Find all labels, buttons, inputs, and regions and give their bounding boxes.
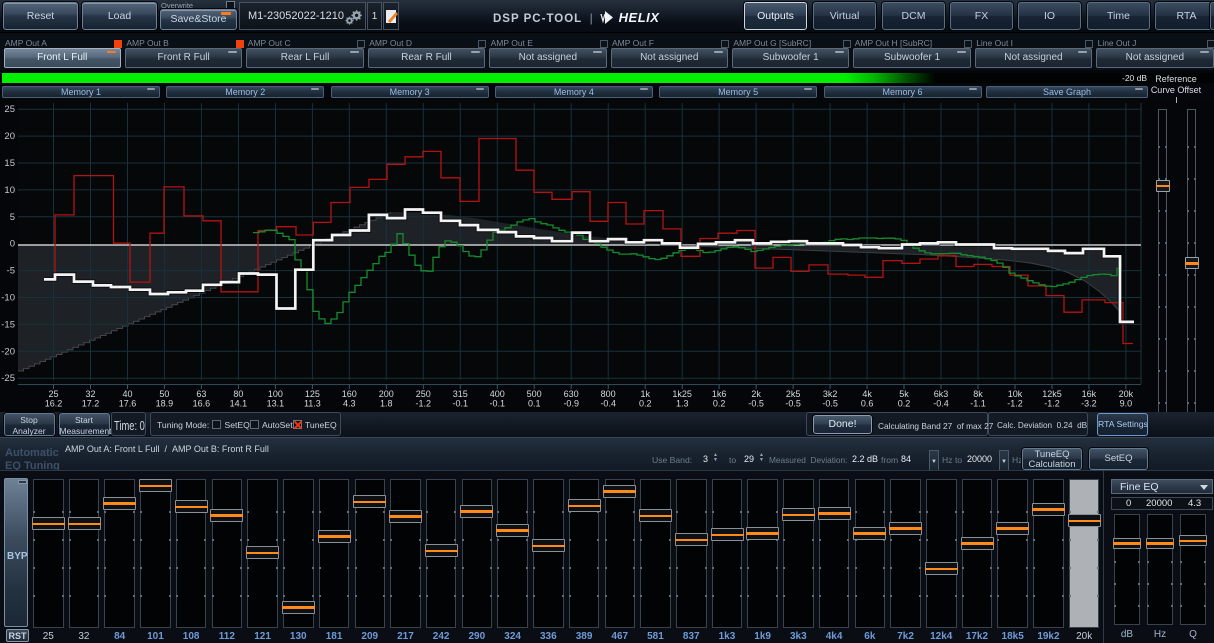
svg-text:63: 63 — [196, 389, 206, 399]
svg-text:0.1: 0.1 — [528, 399, 541, 409]
svg-text:0.2: 0.2 — [639, 399, 652, 409]
svg-text:800: 800 — [601, 389, 616, 399]
svg-text:16.6: 16.6 — [193, 399, 211, 409]
svg-text:4k: 4k — [862, 389, 872, 399]
svg-text:-1.2: -1.2 — [1044, 399, 1060, 409]
svg-text:200: 200 — [379, 389, 394, 399]
svg-text:-0.4: -0.4 — [933, 399, 949, 409]
svg-text:1.8: 1.8 — [380, 399, 393, 409]
svg-text:400: 400 — [490, 389, 505, 399]
svg-text:40: 40 — [122, 389, 132, 399]
svg-text:1k6: 1k6 — [712, 389, 727, 399]
svg-text:1k25: 1k25 — [672, 389, 692, 399]
svg-text:0.2: 0.2 — [898, 399, 911, 409]
svg-text:20k: 20k — [1119, 389, 1134, 399]
svg-text:20: 20 — [4, 131, 15, 142]
svg-text:25: 25 — [4, 104, 15, 115]
svg-text:17.6: 17.6 — [119, 399, 137, 409]
svg-text:3k2: 3k2 — [823, 389, 838, 399]
svg-text:0: 0 — [10, 239, 15, 250]
svg-text:2k: 2k — [751, 389, 761, 399]
svg-text:-3.2: -3.2 — [1081, 399, 1097, 409]
svg-text:-0.5: -0.5 — [822, 399, 838, 409]
svg-text:630: 630 — [564, 389, 579, 399]
svg-text:50: 50 — [159, 389, 169, 399]
svg-text:8k: 8k — [973, 389, 983, 399]
svg-text:-0.5: -0.5 — [748, 399, 764, 409]
svg-text:-0.9: -0.9 — [563, 399, 579, 409]
svg-text:-5: -5 — [7, 266, 15, 277]
svg-text:13.1: 13.1 — [267, 399, 285, 409]
svg-text:6k3: 6k3 — [934, 389, 949, 399]
svg-text:1.3: 1.3 — [676, 399, 689, 409]
svg-text:9.0: 9.0 — [1120, 399, 1133, 409]
svg-text:4.3: 4.3 — [343, 399, 356, 409]
svg-text:250: 250 — [416, 389, 431, 399]
svg-text:-0.1: -0.1 — [453, 399, 469, 409]
svg-text:5: 5 — [10, 212, 15, 223]
svg-text:-20: -20 — [1, 346, 15, 357]
svg-text:10: 10 — [4, 185, 15, 196]
svg-text:500: 500 — [527, 389, 542, 399]
svg-text:80: 80 — [233, 389, 243, 399]
svg-text:100: 100 — [268, 389, 283, 399]
svg-text:-0.5: -0.5 — [785, 399, 801, 409]
svg-text:0.6: 0.6 — [861, 399, 874, 409]
svg-text:-15: -15 — [1, 319, 15, 330]
svg-text:-10: -10 — [1, 293, 15, 304]
svg-text:-1.1: -1.1 — [970, 399, 986, 409]
svg-text:16.2: 16.2 — [45, 399, 63, 409]
svg-text:-1.2: -1.2 — [416, 399, 432, 409]
svg-text:15: 15 — [4, 158, 15, 169]
svg-text:12k5: 12k5 — [1042, 389, 1062, 399]
svg-text:10k: 10k — [1008, 389, 1023, 399]
svg-text:32: 32 — [85, 389, 95, 399]
svg-text:-1.2: -1.2 — [1007, 399, 1023, 409]
svg-text:125: 125 — [305, 389, 320, 399]
svg-text:1k: 1k — [640, 389, 650, 399]
svg-text:17.2: 17.2 — [82, 399, 100, 409]
svg-text:5k: 5k — [899, 389, 909, 399]
svg-text:160: 160 — [342, 389, 357, 399]
svg-text:18.9: 18.9 — [156, 399, 174, 409]
svg-text:11.3: 11.3 — [304, 399, 321, 409]
svg-text:-0.4: -0.4 — [600, 399, 616, 409]
svg-text:315: 315 — [453, 389, 468, 399]
svg-text:16k: 16k — [1082, 389, 1097, 399]
svg-text:25: 25 — [48, 389, 58, 399]
svg-text:-25: -25 — [1, 373, 15, 384]
svg-text:14.1: 14.1 — [230, 399, 248, 409]
svg-text:-0.1: -0.1 — [490, 399, 506, 409]
svg-text:0.2: 0.2 — [713, 399, 726, 409]
svg-text:2k5: 2k5 — [786, 389, 801, 399]
